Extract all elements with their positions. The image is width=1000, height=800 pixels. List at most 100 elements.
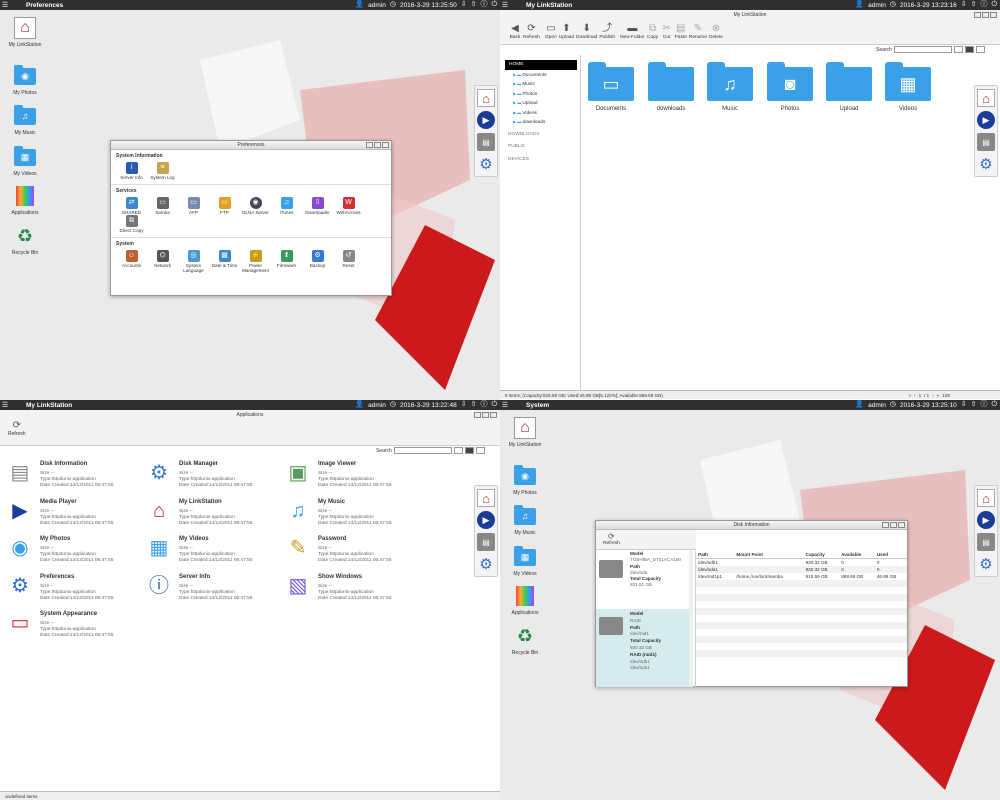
maximize-button[interactable] xyxy=(890,522,897,528)
desktop-my-videos[interactable]: ▦ My Videos xyxy=(3,145,47,177)
desktop-my-videos[interactable]: ▦ My Videos xyxy=(503,545,547,577)
refresh-button[interactable]: ⟳ Refresh xyxy=(603,532,620,546)
pref-system-log[interactable]: ≡ System Log xyxy=(147,162,178,181)
download-tray-icon[interactable]: ⇩ xyxy=(961,0,967,10)
tree-group-public[interactable]: PUBLIC xyxy=(505,142,577,152)
desktop-recycle-bin[interactable]: ♻ Recycle Bin xyxy=(503,624,547,657)
tree-item[interactable]: Videos xyxy=(505,108,577,118)
pref-firmware[interactable]: ⬆ Firmware xyxy=(271,249,302,274)
close-button[interactable] xyxy=(898,522,905,528)
minimize-button[interactable] xyxy=(366,142,373,148)
new-folder-button[interactable]: ▬ New Folder xyxy=(620,23,645,40)
delete-button[interactable]: ⊗ Delete xyxy=(709,23,723,40)
prev-page-icon[interactable]: ‹ xyxy=(914,391,916,399)
table-row[interactable] xyxy=(696,593,907,601)
search-input[interactable] xyxy=(893,46,952,53)
menu-icon[interactable]: ☰ xyxy=(500,400,510,410)
pref-downloader[interactable]: ⇩ Downloader xyxy=(302,196,333,216)
open-button[interactable]: ▭ Open xyxy=(545,23,557,40)
refresh-button[interactable]: ⟳ Refresh xyxy=(523,23,540,40)
disk-icon[interactable]: ▤ xyxy=(977,533,995,551)
tree-item[interactable]: Photos xyxy=(505,89,577,99)
gear-icon[interactable]: ⚙ xyxy=(477,155,495,173)
download-tray-icon[interactable]: ⇩ xyxy=(961,400,967,410)
folder-documents[interactable]: ▭ Documents xyxy=(587,62,635,112)
gear-icon[interactable]: ⚙ xyxy=(977,555,995,573)
table-row[interactable] xyxy=(696,643,907,650)
pref-dlna-server[interactable]: ◉ DLNA Server xyxy=(240,196,271,216)
list-view-button[interactable] xyxy=(453,447,463,454)
refresh-button[interactable]: ⟳ Refresh xyxy=(8,420,26,437)
pref-date-time[interactable]: ▦ Date & Time xyxy=(209,249,240,274)
pref-power-management[interactable]: ⚡ Power Management xyxy=(240,249,271,274)
folder-downloads[interactable]: downloads xyxy=(647,62,695,112)
table-row[interactable]: /dev/md1p1/home,/run/lock/samba 915.59 GB… xyxy=(696,573,907,580)
desktop-my-music[interactable]: ♫ My Music xyxy=(503,504,547,536)
detail-view-button[interactable] xyxy=(975,46,985,53)
pref-direct-copy[interactable]: ⧉ Direct Copy xyxy=(116,215,147,234)
info-icon[interactable]: ⓘ xyxy=(980,0,987,10)
home-icon[interactable]: ⌂ xyxy=(977,89,995,107)
gear-icon[interactable]: ⚙ xyxy=(477,555,495,573)
tree-item-home[interactable]: HOME xyxy=(505,60,577,70)
menu-icon[interactable]: ☰ xyxy=(0,0,10,10)
menu-icon[interactable]: ☰ xyxy=(0,400,10,410)
table-row[interactable] xyxy=(696,649,907,657)
upload-icon[interactable]: ⇧ xyxy=(471,400,477,410)
pref-network[interactable]: ⌬ Network xyxy=(147,249,178,274)
desktop-my-photos[interactable]: ◉ My Photos xyxy=(503,464,547,496)
search-input[interactable] xyxy=(393,447,452,454)
column-header[interactable]: Path xyxy=(696,551,735,559)
disk-icon[interactable]: ▤ xyxy=(477,133,495,151)
download-tray-icon[interactable]: ⇩ xyxy=(461,400,467,410)
tree-item[interactable]: Upload xyxy=(505,98,577,108)
info-icon[interactable]: ⓘ xyxy=(980,400,987,410)
disk-icon[interactable]: ▤ xyxy=(477,533,495,551)
column-header[interactable]: Used xyxy=(874,551,907,559)
pref-itunes[interactable]: ♫ iTunes xyxy=(271,196,302,216)
grid-view-button[interactable] xyxy=(964,46,974,53)
info-icon[interactable]: ⓘ xyxy=(480,0,487,10)
power-icon[interactable]: ⏻ xyxy=(491,400,497,410)
table-row[interactable] xyxy=(696,579,907,587)
upload-button[interactable]: ⬆ Upload xyxy=(559,23,574,40)
download-button[interactable]: ⬇ Download xyxy=(576,23,597,40)
maximize-button[interactable] xyxy=(982,12,989,18)
home-icon[interactable]: ⌂ xyxy=(977,489,995,507)
list-view-button[interactable] xyxy=(953,46,963,53)
column-header[interactable]: Mount Point xyxy=(734,551,804,559)
power-icon[interactable]: ⏻ xyxy=(991,0,997,10)
paste-button[interactable]: ▤ Paste xyxy=(675,23,687,40)
pref-system-language[interactable]: ◎ System Language xyxy=(178,249,209,274)
minimize-button[interactable] xyxy=(474,412,481,418)
disk-card-2[interactable]: Model RAID Path /dev/md1 Total Capacity … xyxy=(596,609,689,687)
cut-button[interactable]: ✂ Cut xyxy=(661,23,673,40)
menu-icon[interactable]: ☰ xyxy=(500,0,510,10)
power-icon[interactable]: ⏻ xyxy=(491,0,497,10)
disk-card-1[interactable]: Model TOSHIBA_DT01ACA100 Path /dev/sda T… xyxy=(596,551,689,605)
detail-view-button[interactable] xyxy=(475,447,485,454)
close-button[interactable] xyxy=(990,12,997,18)
upload-icon[interactable]: ⇧ xyxy=(971,0,977,10)
pref-reset[interactable]: ↺ Reset xyxy=(333,249,364,274)
pref-server-info[interactable]: i Server Info xyxy=(116,162,147,181)
folder-photos[interactable]: ◙ Photos xyxy=(766,62,814,112)
table-row[interactable] xyxy=(696,607,907,615)
table-row[interactable] xyxy=(696,635,907,643)
upload-icon[interactable]: ⇧ xyxy=(971,400,977,410)
tree-group-devices[interactable]: DEVICES xyxy=(505,155,577,165)
pref-ftp[interactable]: ▭ FTP xyxy=(209,196,240,216)
folder-music[interactable]: ♫ Music xyxy=(706,62,754,112)
pref-accounts[interactable]: ☺ Accounts xyxy=(116,249,147,274)
desktop-applications[interactable]: Applications xyxy=(503,584,547,616)
tree-item[interactable]: Documents xyxy=(505,70,577,80)
tree-group-downloads[interactable]: DOWNLOADS xyxy=(505,130,577,140)
desktop-my-linkstation[interactable]: ⌂ My LinkStation xyxy=(503,416,547,448)
maximize-button[interactable] xyxy=(374,142,381,148)
gear-icon[interactable]: ⚙ xyxy=(977,155,995,173)
desktop-my-music[interactable]: ♫ My Music xyxy=(3,104,47,136)
close-button[interactable] xyxy=(490,412,497,418)
back-button[interactable]: ◀ Back xyxy=(509,23,521,40)
tree-item[interactable]: Music xyxy=(505,79,577,89)
media-player-icon[interactable]: ▶ xyxy=(477,511,495,529)
